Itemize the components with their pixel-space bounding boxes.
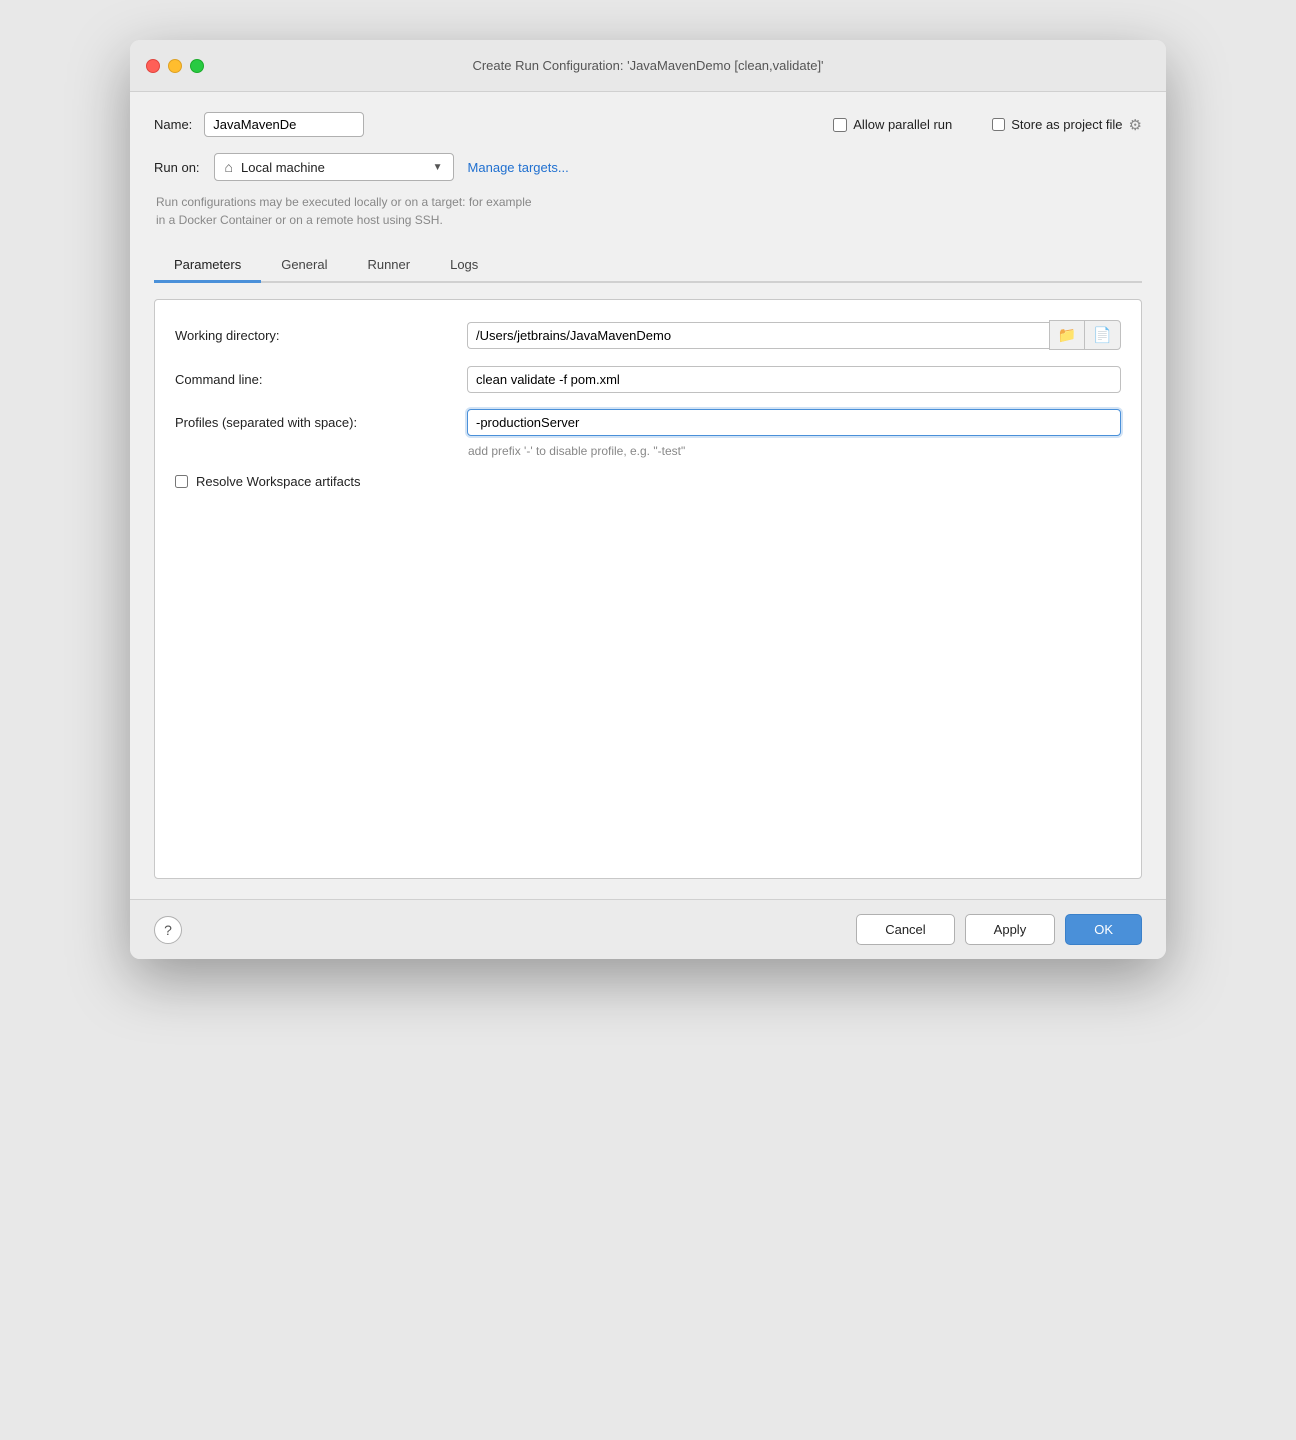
profiles-row: Profiles (separated with space):: [175, 409, 1121, 436]
parameters-panel: Working directory: 📁 📄 Command line: Pro…: [154, 299, 1142, 879]
resolve-checkbox[interactable]: [175, 475, 188, 488]
tabs-bar: Parameters General Runner Logs: [154, 249, 1142, 283]
dialog-window: Create Run Configuration: 'JavaMavenDemo…: [130, 40, 1166, 959]
ok-button[interactable]: OK: [1065, 914, 1142, 945]
gear-icon[interactable]: ⚙: [1129, 116, 1142, 134]
chevron-down-icon: ▼: [433, 162, 443, 173]
local-machine-text: Local machine: [241, 160, 425, 175]
name-label: Name:: [154, 117, 192, 132]
maximize-button[interactable]: [190, 59, 204, 73]
working-dir-label: Working directory:: [175, 328, 455, 343]
profiles-hint: add prefix '-' to disable profile, e.g. …: [175, 444, 1121, 458]
allow-parallel-group: Allow parallel run: [833, 117, 952, 132]
footer-buttons: Cancel Apply OK: [856, 914, 1142, 945]
manage-targets-link[interactable]: Manage targets...: [468, 160, 569, 175]
run-on-hint: Run configurations may be executed local…: [154, 193, 1142, 229]
apply-button[interactable]: Apply: [965, 914, 1056, 945]
store-project-group: Store as project file ⚙: [992, 116, 1142, 134]
close-button[interactable]: [146, 59, 160, 73]
minimize-button[interactable]: [168, 59, 182, 73]
run-on-dropdown[interactable]: ⌂ Local machine ▼: [214, 153, 454, 181]
run-on-row: Run on: ⌂ Local machine ▼ Manage targets…: [154, 153, 1142, 181]
resolve-label: Resolve Workspace artifacts: [196, 474, 361, 489]
window-title: Create Run Configuration: 'JavaMavenDemo…: [472, 58, 823, 73]
name-row: Name: Allow parallel run Store as projec…: [154, 112, 1142, 137]
help-button[interactable]: ?: [154, 916, 182, 944]
working-dir-input-group: 📁 📄: [467, 320, 1121, 350]
titlebar: Create Run Configuration: 'JavaMavenDemo…: [130, 40, 1166, 92]
tab-parameters[interactable]: Parameters: [154, 249, 261, 283]
command-line-input[interactable]: [467, 366, 1121, 393]
name-row-right: Allow parallel run Store as project file…: [825, 116, 1142, 134]
resolve-artifacts-row: Resolve Workspace artifacts: [175, 474, 1121, 489]
tab-logs[interactable]: Logs: [430, 249, 498, 283]
footer: ? Cancel Apply OK: [130, 899, 1166, 959]
profiles-label: Profiles (separated with space):: [175, 415, 455, 430]
working-dir-input[interactable]: [467, 322, 1049, 349]
name-input[interactable]: [204, 112, 364, 137]
cancel-button[interactable]: Cancel: [856, 914, 954, 945]
allow-parallel-checkbox[interactable]: [833, 118, 847, 132]
tab-runner[interactable]: Runner: [347, 249, 430, 283]
home-icon: ⌂: [225, 159, 233, 175]
tab-general[interactable]: General: [261, 249, 347, 283]
traffic-lights: [146, 59, 204, 73]
main-content: Name: Allow parallel run Store as projec…: [130, 92, 1166, 899]
command-line-row: Command line:: [175, 366, 1121, 393]
folder-macro-button[interactable]: 📄: [1084, 320, 1121, 350]
command-line-label: Command line:: [175, 372, 455, 387]
working-dir-row: Working directory: 📁 📄: [175, 320, 1121, 350]
store-project-checkbox[interactable]: [992, 118, 1005, 131]
profiles-input[interactable]: [467, 409, 1121, 436]
allow-parallel-label: Allow parallel run: [853, 117, 952, 132]
store-project-label: Store as project file: [1011, 117, 1122, 132]
folder-open-button[interactable]: 📁: [1049, 320, 1085, 350]
run-on-label: Run on:: [154, 160, 200, 175]
